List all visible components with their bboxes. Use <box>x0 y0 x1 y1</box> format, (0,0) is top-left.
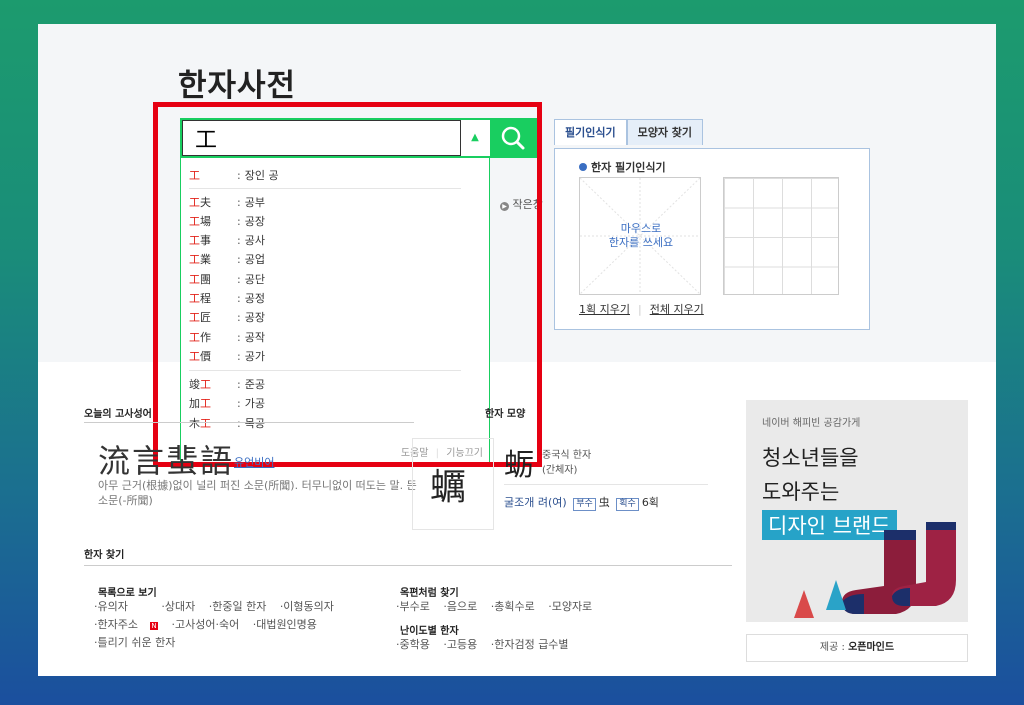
dictionary-style-heading: 옥편처럼 찾기 <box>400 588 459 599</box>
link-name-hanja[interactable]: ·대법원인명용 <box>253 618 317 631</box>
divider <box>84 422 414 423</box>
tab-shape-search[interactable]: 모양자 찾기 <box>626 119 704 145</box>
idiom-section-title: 오늘의 고사성어 <box>84 409 152 420</box>
new-badge-icon: N <box>149 622 158 630</box>
link-by-sound[interactable]: ·음으로 <box>443 600 477 613</box>
list-view-heading: 목록으로 보기 <box>98 588 157 599</box>
dictionary-page: 한자사전 ▲ ▶ 작은창 工:장인 공 工夫:공부 工場:공장 工事:공사 工業… <box>38 24 996 676</box>
ad-headline-1: 청소년들을 <box>762 446 859 470</box>
pad-links: 1획 지우기 | 전체 지우기 <box>579 303 704 316</box>
ad-headline-2: 도와주는 <box>762 480 840 504</box>
ad-caption: 제공 : 오픈마인드 <box>746 634 968 662</box>
divider <box>504 484 708 485</box>
link-idioms[interactable]: ·고사성어·숙어 <box>171 618 239 631</box>
find-section-title: 한자 찾기 <box>84 550 125 561</box>
featured-hanja[interactable]: 蠣 <box>430 458 466 510</box>
clear-one-stroke-button[interactable]: 1획 지우기 <box>579 303 630 316</box>
ad-source: 네이버 해피빈 공감가게 <box>762 418 861 429</box>
link-middle-school[interactable]: ·중학용 <box>396 638 430 651</box>
link-variant[interactable]: ·이형동의자 <box>280 600 334 613</box>
clear-all-button[interactable]: 전체 지우기 <box>650 303 704 316</box>
pad-title: 한자 필기인식기 <box>579 159 666 175</box>
link-confusing[interactable]: ·틀리기 쉬운 한자 <box>94 636 175 649</box>
simplified-hanja[interactable]: 蛎 <box>504 440 534 484</box>
bullet-icon <box>579 163 587 171</box>
ad-banner[interactable]: 네이버 해피빈 공감가게 청소년들을 도와주는 디자인 브랜드 <box>746 400 968 622</box>
link-exam-level[interactable]: ·한자검정 급수별 <box>491 638 569 651</box>
page-title: 한자사전 <box>178 68 297 104</box>
divider <box>84 565 732 566</box>
list-view-links: ·유의자 ·상대자 ·한중일 한자 ·이형동의자 ·한자주소 N ·고사성어·숙어… <box>94 598 404 652</box>
level-heading: 난이도별 한자 <box>400 626 459 637</box>
candidate-grid[interactable] <box>723 177 839 295</box>
idiom-hanja[interactable]: 流言蜚語 <box>98 436 234 482</box>
dictionary-style-links: ·부수로 ·음으로 ·총획수로 ·모양자로 <box>396 598 696 616</box>
link-high-school[interactable]: ·고등용 <box>443 638 477 651</box>
hanja-meaning: 굴조개 려(여) 부수 虫 획수 6획 <box>504 496 659 511</box>
link-antonym[interactable]: ·상대자 <box>161 600 195 613</box>
link-by-strokes[interactable]: ·총획수로 <box>491 600 535 613</box>
idiom-reading[interactable]: 유언비어 <box>234 454 274 470</box>
drawing-canvas[interactable]: 마우스로 한자를 쓰세요 <box>579 177 701 295</box>
word-section-title: 한자 모양 <box>485 409 526 420</box>
tab-handwriting[interactable]: 필기인식기 <box>554 119 627 145</box>
link-synonym[interactable]: ·유의자 <box>94 600 128 613</box>
handwriting-tabs: 필기인식기 모양자 찾기 <box>554 119 704 145</box>
hanja-type: 중국식 한자 (간체자) <box>542 450 592 476</box>
link-cjk[interactable]: ·한중일 한자 <box>209 600 267 613</box>
highlight-box <box>153 102 542 467</box>
level-links: ·중학용 ·고등용 ·한자검정 급수별 <box>396 636 696 654</box>
link-by-shape[interactable]: ·모양자로 <box>548 600 592 613</box>
socks-illustration <box>794 522 956 618</box>
drawing-hint: 마우스로 한자를 쓰세요 <box>608 222 674 249</box>
handwriting-pad: 한자 필기인식기 마우스로 한자를 쓰세요 1획 지우기 | 전체 지우기 <box>554 148 870 330</box>
link-by-radical[interactable]: ·부수로 <box>396 600 430 613</box>
link-hanja-address[interactable]: ·한자주소 N <box>94 618 168 631</box>
idiom-description: 아무 근거(根據)없이 널리 퍼진 소문(所聞). 터무니없이 떠도는 말. 뜬… <box>98 479 417 507</box>
